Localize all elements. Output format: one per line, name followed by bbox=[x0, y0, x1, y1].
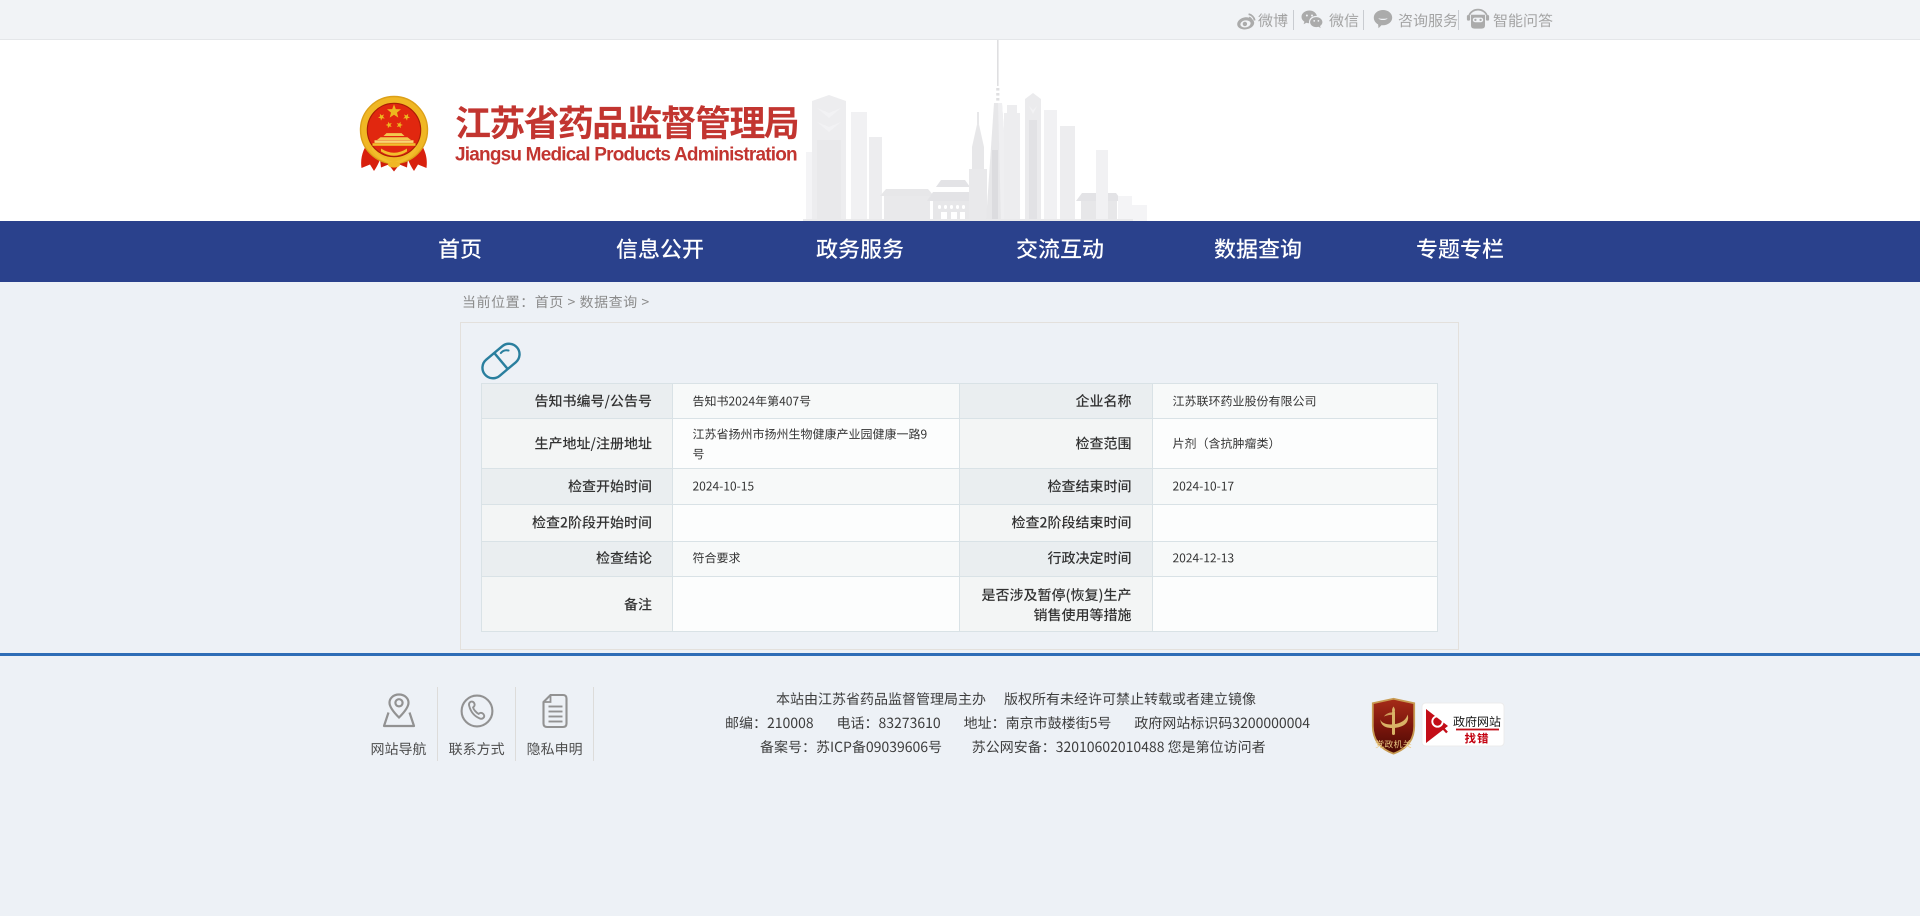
svg-text:Jiangsu Medical Products Admin: Jiangsu Medical Products Administration bbox=[455, 145, 797, 166]
